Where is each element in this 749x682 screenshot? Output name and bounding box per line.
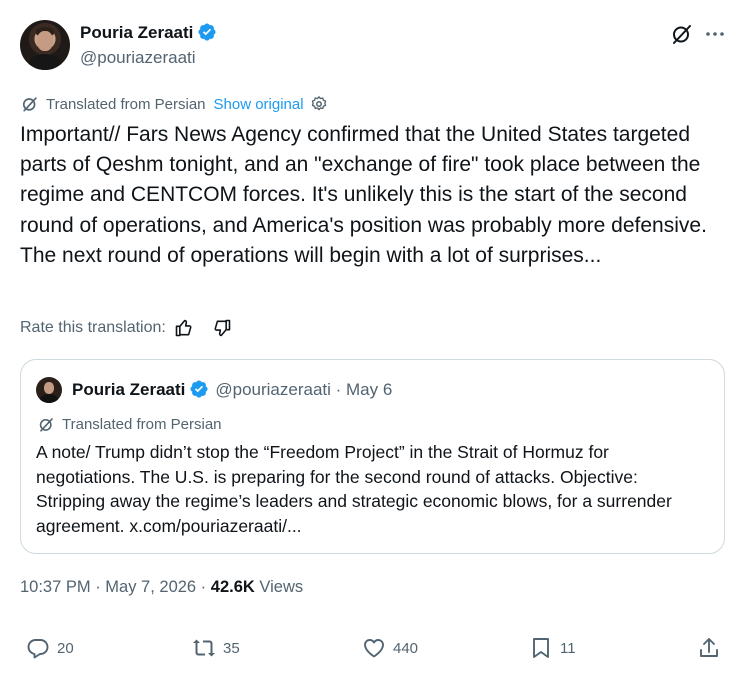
quoted-handle-date: @pouriazeraati · May 6 — [215, 380, 393, 399]
post-text: Important// Fars News Agency confirmed t… — [20, 123, 707, 267]
post-meta: 10:37 PM · May 7, 2026 · 42.6K Views — [20, 578, 303, 597]
translation-row: Translated from Persian Show original — [20, 94, 328, 114]
repost-icon — [193, 639, 215, 657]
author-name-row[interactable]: Pouria Zeraati — [80, 22, 217, 43]
post-timestamp[interactable]: 10:37 PM · May 7, 2026 · — [20, 578, 211, 596]
views-label: Views — [259, 578, 304, 596]
reply-button[interactable]: 20 — [26, 636, 74, 660]
share-icon — [700, 638, 718, 657]
grok-icon[interactable] — [670, 22, 694, 46]
like-count: 440 — [393, 639, 419, 657]
more-icon[interactable] — [703, 22, 727, 46]
quoted-post-text: A note/ Trump didn’t stop the “Freedom P… — [36, 442, 672, 536]
reply-count: 20 — [57, 639, 74, 657]
views-count: 42.6K — [210, 578, 255, 596]
heart-icon — [364, 639, 384, 658]
quoted-post[interactable]: Pouria Zeraati @pouriazeraati · May 6 Tra… — [20, 359, 725, 554]
bookmark-count: 11 — [560, 639, 576, 657]
translate-icon — [39, 418, 53, 432]
show-original-link[interactable]: Show original — [214, 96, 304, 113]
verified-badge-icon — [190, 380, 208, 398]
quoted-author-row: Pouria Zeraati @pouriazeraati · May 6 — [72, 379, 392, 400]
bookmark-icon — [533, 638, 549, 658]
quoted-author-name: Pouria Zeraati — [72, 380, 186, 399]
repost-button[interactable]: 35 — [192, 636, 240, 660]
translation-label: Translated from Persian — [46, 95, 206, 113]
thumbs-up-icon[interactable] — [174, 318, 194, 338]
repost-count: 35 — [223, 639, 240, 657]
verified-badge-icon — [198, 23, 216, 41]
action-bar: 20 35 440 11 — [0, 636, 749, 668]
author-name[interactable]: Pouria Zeraati — [80, 23, 193, 42]
quoted-author-avatar — [36, 377, 62, 403]
quoted-translation-row: Translated from Persian — [37, 415, 222, 434]
rate-translation-row: Rate this translation: — [20, 318, 232, 338]
bookmark-button[interactable]: 11 — [529, 636, 576, 660]
author-avatar[interactable] — [20, 20, 70, 70]
thumbs-down-icon[interactable] — [212, 318, 232, 338]
settings-gear-icon[interactable] — [310, 95, 328, 113]
author-handle[interactable]: @pouriazeraati — [80, 48, 196, 68]
like-button[interactable]: 440 — [362, 636, 418, 660]
rate-translation-label: Rate this translation: — [20, 319, 166, 336]
reply-icon — [27, 639, 49, 659]
quoted-translation-label: Translated from Persian — [62, 416, 222, 433]
translate-icon — [22, 97, 37, 112]
share-button[interactable] — [697, 636, 721, 660]
